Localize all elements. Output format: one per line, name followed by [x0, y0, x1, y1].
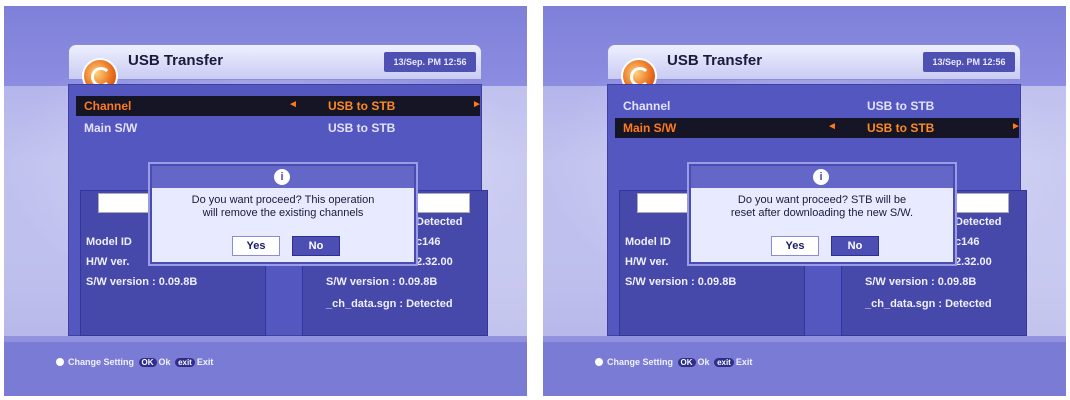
model-id-value: c146: [955, 236, 980, 248]
datetime-badge: 13/Sep. PM 12:56: [384, 52, 476, 72]
dialog-message: Do you want proceed? This operation will…: [191, 194, 375, 219]
no-button[interactable]: No: [292, 236, 340, 256]
model-id-label: Model ID: [86, 236, 132, 248]
datetime-badge: 13/Sep. PM 12:56: [923, 52, 1015, 72]
setting-value: USB to STB: [328, 121, 396, 135]
setting-row-channel[interactable]: Channel ◄ USB to STB ►: [76, 96, 482, 116]
exit-key-icon: exit: [175, 358, 195, 367]
confirm-dialog: i Do you want proceed? This operation wi…: [150, 164, 416, 264]
page-title: USB Transfer: [667, 52, 763, 69]
ch-data-status: _ch_data.sgn : Detected: [326, 298, 453, 310]
model-id-label: Model ID: [625, 236, 671, 248]
sw-version-left: S/W version : 0.09.8B: [86, 276, 198, 288]
sw-version-left: S/W version : 0.09.8B: [625, 276, 737, 288]
hw-version-value: 2.32.00: [416, 256, 453, 268]
detected-label: Detected: [416, 216, 463, 228]
setting-value: USB to STB: [867, 99, 935, 113]
hw-version-label: H/W ver.: [86, 256, 130, 268]
setting-row-main-sw[interactable]: Main S/W ◄ USB to STB ►: [615, 118, 1021, 138]
no-button[interactable]: No: [831, 236, 879, 256]
arrow-right-icon[interactable]: ►: [1011, 121, 1021, 132]
setting-label: Channel: [84, 99, 132, 113]
page-title: USB Transfer: [128, 52, 224, 69]
setting-row-channel[interactable]: Channel USB to STB: [615, 96, 1019, 116]
sw-version-right: S/W version : 0.09.8B: [865, 276, 977, 288]
yes-button[interactable]: Yes: [771, 236, 819, 256]
ok-key-icon: OK: [677, 358, 696, 367]
dialog-message: Do you want proceed? STB will be reset a…: [730, 194, 914, 219]
yes-button[interactable]: Yes: [232, 236, 280, 256]
arrow-left-icon[interactable]: ◄: [827, 121, 837, 132]
ch-data-status: _ch_data.sgn : Detected: [865, 298, 992, 310]
info-icon: i: [813, 169, 829, 185]
progress-bar-right: [408, 193, 470, 213]
setting-label: Main S/W: [84, 121, 138, 135]
exit-key-icon: exit: [714, 358, 734, 367]
setting-label: Main S/W: [623, 121, 677, 135]
detected-label: Detected: [955, 216, 1002, 228]
model-id-value: c146: [416, 236, 441, 248]
info-icon: i: [274, 169, 290, 185]
change-icon: [56, 358, 64, 366]
setting-row-main-sw[interactable]: Main S/W USB to STB: [76, 118, 480, 138]
sw-version-right: S/W version : 0.09.8B: [326, 276, 438, 288]
tv-screen-2: USB Transfer 13/Sep. PM 12:56 Channel US…: [543, 6, 1066, 396]
hw-version-label: H/W ver.: [625, 256, 669, 268]
confirm-dialog: i Do you want proceed? STB will be reset…: [689, 164, 955, 264]
change-icon: [595, 358, 603, 366]
progress-bar-right: [947, 193, 1009, 213]
setting-value: USB to STB: [867, 121, 935, 135]
setting-value: USB to STB: [328, 99, 396, 113]
hw-version-value: 2.32.00: [955, 256, 992, 268]
arrow-left-icon[interactable]: ◄: [288, 99, 298, 110]
footer-help: Change Setting OK Ok exit Exit: [543, 342, 1066, 396]
tv-screen-1: USB Transfer 13/Sep. PM 12:56 Channel ◄ …: [4, 6, 527, 396]
arrow-right-icon[interactable]: ►: [472, 99, 482, 110]
footer-help: Change Setting OK Ok exit Exit: [4, 342, 527, 396]
ok-key-icon: OK: [138, 358, 157, 367]
setting-label: Channel: [623, 99, 671, 113]
